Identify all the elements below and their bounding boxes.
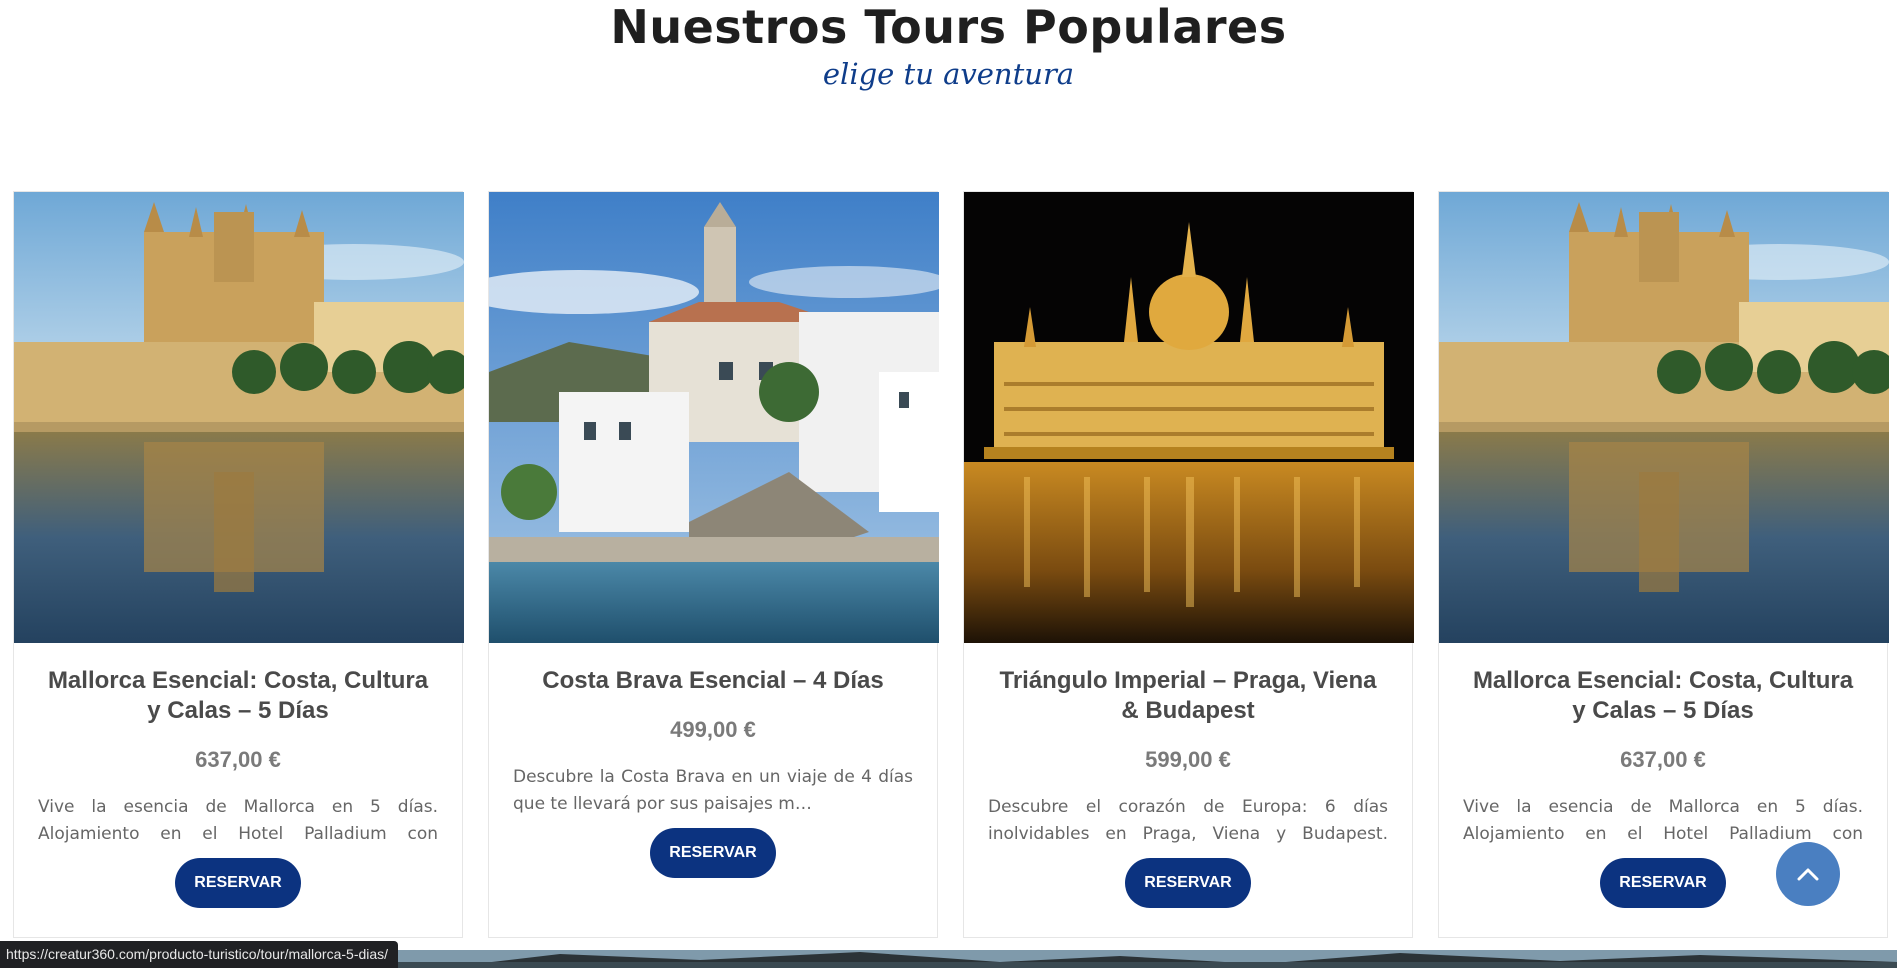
tour-card: Mallorca Esencial: Costa, Cultura y Cala… — [1438, 191, 1889, 938]
palma-cathedral-photo — [14, 192, 464, 643]
tour-image-link[interactable] — [964, 192, 1414, 643]
reservar-button[interactable]: RESERVAR — [175, 858, 301, 908]
reservar-button[interactable]: RESERVAR — [650, 828, 776, 878]
section-subtitle: elige tu aventura — [822, 57, 1075, 91]
chevron-up-icon — [1797, 868, 1819, 881]
reservar-button[interactable]: RESERVAR — [1125, 858, 1251, 908]
section-header: Nuestros Tours Populares elige tu aventu… — [0, 0, 1897, 92]
tour-description: Descubre el corazón de Europa: 6 días in… — [988, 797, 1388, 844]
tour-image-link[interactable] — [489, 192, 939, 643]
tour-title[interactable]: Mallorca Esencial: Costa, Cultura y Cala… — [1463, 666, 1863, 726]
tour-image-link[interactable] — [14, 192, 464, 643]
status-bar-url: https://creatur360.com/producto-turistic… — [0, 941, 399, 968]
tour-title[interactable]: Mallorca Esencial: Costa, Cultura y Cala… — [38, 666, 438, 726]
tour-card: Triángulo Imperial – Praga, Viena & Buda… — [963, 191, 1414, 938]
tour-price: 599,00 € — [1145, 747, 1231, 772]
tour-title[interactable]: Triángulo Imperial – Praga, Viena & Buda… — [988, 666, 1388, 726]
tour-price: 637,00 € — [195, 747, 281, 772]
tour-description: Vive la esencia de Mallorca en 5 días. A… — [38, 797, 438, 844]
tour-description: Descubre la Costa Brava en un viaje de 4… — [513, 767, 913, 814]
tour-card: Costa Brava Esencial – 4 Días 499,00 € D… — [488, 191, 939, 938]
reservar-button[interactable]: RESERVAR — [1600, 858, 1726, 908]
scroll-to-top-button[interactable] — [1776, 842, 1840, 906]
tour-image-link[interactable] — [1439, 192, 1889, 643]
tour-price: 637,00 € — [1620, 747, 1706, 772]
section-title: Nuestros Tours Populares — [610, 0, 1287, 54]
cadaques-village-photo — [489, 192, 939, 643]
budapest-parliament-night-photo — [964, 192, 1414, 643]
palma-cathedral-photo — [1439, 192, 1889, 643]
tour-price: 499,00 € — [670, 717, 756, 742]
tour-card: Mallorca Esencial: Costa, Cultura y Cala… — [13, 191, 464, 938]
tour-cards: Mallorca Esencial: Costa, Cultura y Cala… — [13, 191, 1889, 938]
tour-description: Vive la esencia de Mallorca en 5 días. A… — [1463, 797, 1863, 844]
tour-title[interactable]: Costa Brava Esencial – 4 Días — [513, 666, 913, 696]
